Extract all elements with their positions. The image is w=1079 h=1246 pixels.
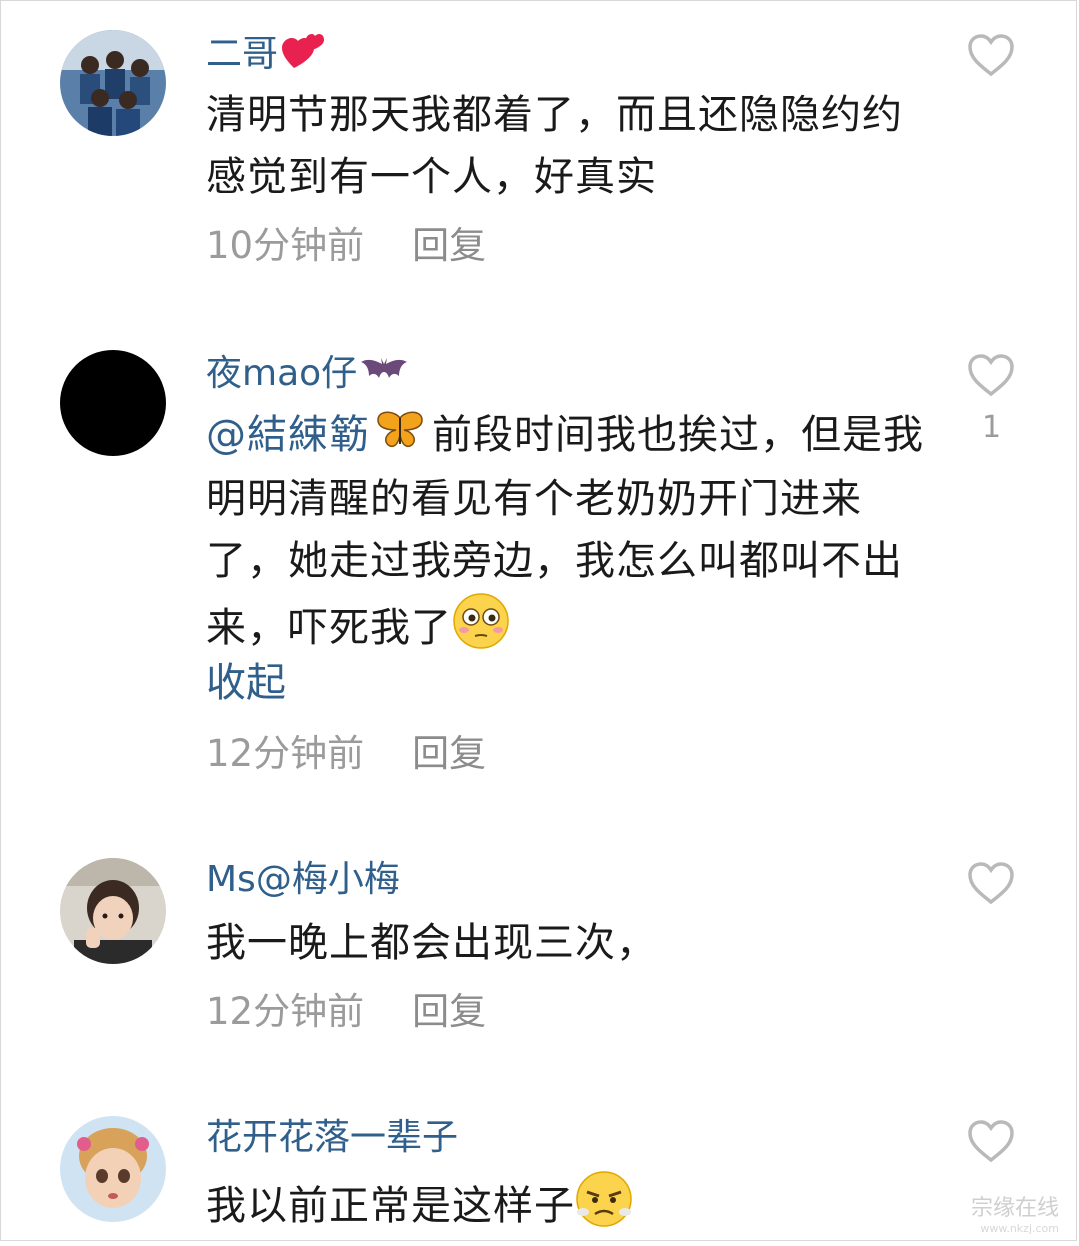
reply-button[interactable]: 回复 [412, 990, 486, 1033]
reply-button[interactable]: 回复 [412, 732, 486, 775]
flushed-face-icon [452, 592, 510, 668]
avatar[interactable] [60, 858, 166, 964]
timestamp: 10分钟前 [206, 224, 365, 267]
two-hearts-icon [282, 30, 326, 81]
username[interactable]: 花开花落一辈子 [206, 1116, 458, 1160]
like-button[interactable] [966, 860, 1016, 906]
like-button[interactable] [966, 1118, 1016, 1164]
watermark-url: www.nkzj.com [980, 1222, 1059, 1235]
username[interactable]: 夜mao仔 [206, 352, 408, 397]
like-count: 1 [982, 410, 1002, 445]
heart-icon [968, 34, 1014, 77]
butterfly-icon [376, 406, 424, 468]
triumph-face-icon [575, 1170, 633, 1246]
watermark: 宗缘在线 www.nkzj.com [971, 1190, 1059, 1235]
bat-icon [361, 353, 408, 397]
timestamp: 12分钟前 [206, 732, 365, 775]
collapse-button[interactable]: 收起 [206, 658, 286, 708]
username[interactable]: 二哥 [206, 30, 326, 81]
comment-meta: 12分钟前 回复 [206, 988, 486, 1036]
heart-icon [968, 862, 1014, 905]
comment-text: 我一晚上都会出现三次， [206, 920, 657, 966]
reply-button[interactable]: 回复 [412, 224, 486, 267]
comment-text: 清明节那天我都着了，而且还隐隐约约感觉到有一个人，好真实 [206, 92, 903, 200]
watermark-text: 宗缘在线 [970, 1196, 1059, 1221]
username[interactable]: Ms@梅小梅 [206, 858, 400, 902]
timestamp: 12分钟前 [206, 990, 365, 1033]
like-button[interactable] [966, 352, 1016, 398]
comment-meta: 10分钟前 回复 [206, 222, 486, 270]
comment-text: @結綀簕 前段时间我也挨过，但是我明明清醒的看见有个老奶奶开门进来了，她走过我旁… [206, 404, 926, 668]
avatar[interactable] [60, 30, 166, 136]
avatar[interactable] [60, 1116, 166, 1222]
mention-link[interactable]: @結綀簕 [206, 411, 432, 458]
avatar[interactable] [60, 350, 166, 456]
comment-text: 我以前正常是这样子 [206, 1170, 926, 1246]
heart-icon [968, 1120, 1014, 1163]
like-button[interactable] [966, 32, 1016, 78]
heart-icon [968, 354, 1014, 397]
comment-meta: 12分钟前 回复 [206, 730, 486, 778]
